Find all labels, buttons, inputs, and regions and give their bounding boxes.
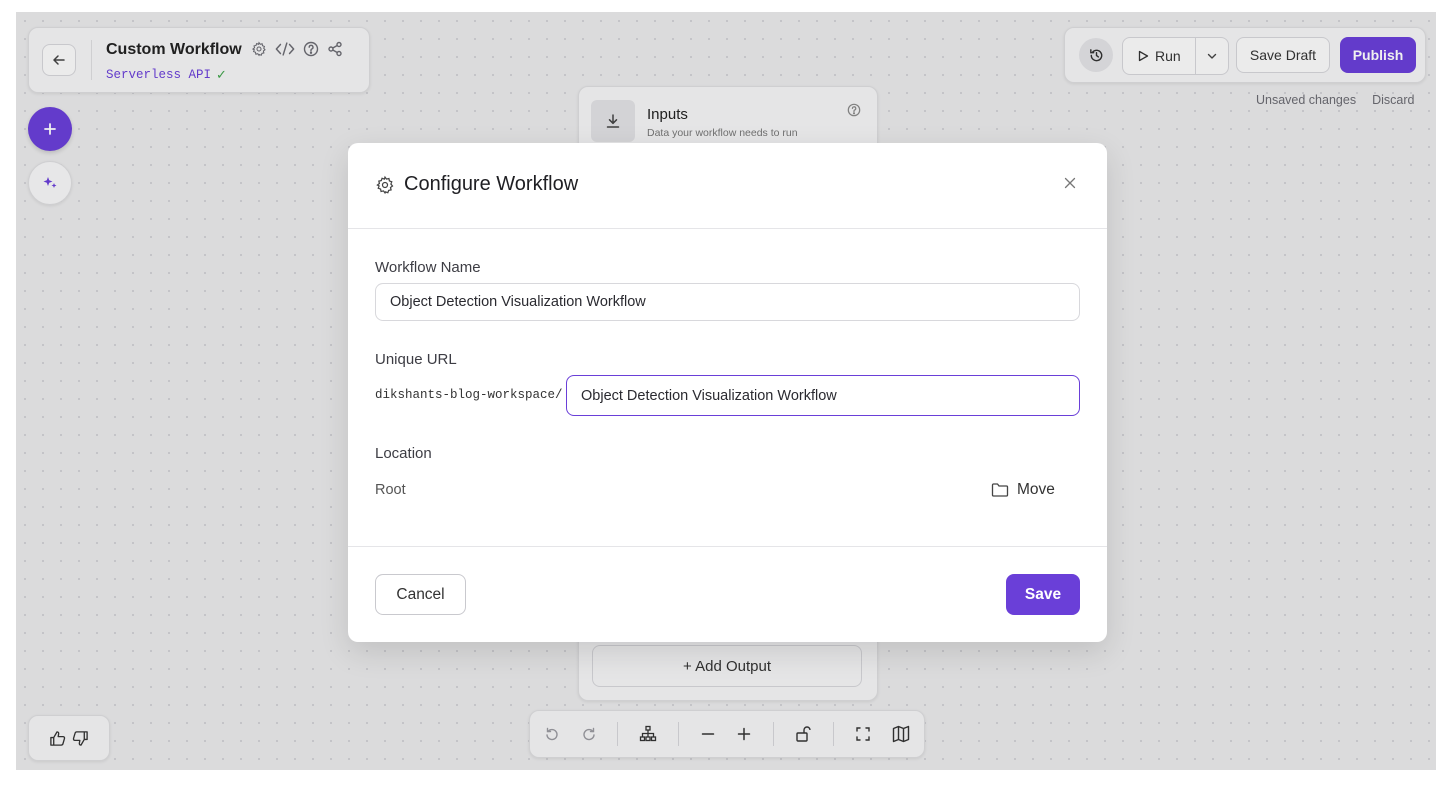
unique-url-label: Unique URL bbox=[375, 351, 457, 368]
save-button[interactable]: Save bbox=[1006, 574, 1080, 615]
move-label: Move bbox=[1017, 481, 1055, 498]
cancel-button[interactable]: Cancel bbox=[375, 574, 466, 615]
location-value: Root bbox=[375, 482, 406, 498]
close-icon bbox=[1064, 177, 1076, 189]
location-label: Location bbox=[375, 445, 432, 462]
close-button[interactable] bbox=[1057, 170, 1083, 196]
modal-header-divider bbox=[348, 228, 1107, 229]
gear-icon bbox=[375, 175, 395, 195]
folder-icon bbox=[991, 482, 1009, 498]
configure-workflow-modal: Configure Workflow Workflow Name Unique … bbox=[348, 143, 1107, 642]
modal-title: Configure Workflow bbox=[404, 173, 579, 195]
modal-footer-divider bbox=[348, 546, 1107, 547]
workflow-name-input[interactable] bbox=[375, 283, 1080, 321]
workflow-name-label: Workflow Name bbox=[375, 259, 481, 276]
move-button[interactable]: Move bbox=[983, 475, 1063, 505]
unique-url-input[interactable] bbox=[566, 375, 1080, 416]
url-prefix: dikshants-blog-workspace/ bbox=[375, 388, 563, 402]
